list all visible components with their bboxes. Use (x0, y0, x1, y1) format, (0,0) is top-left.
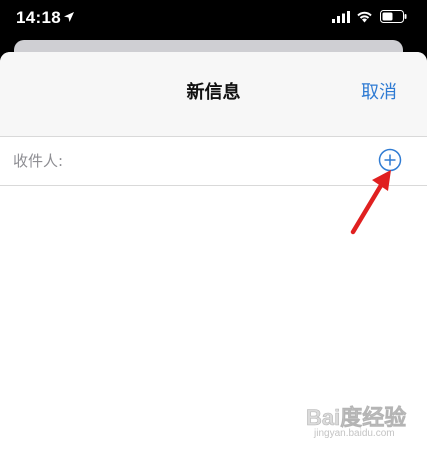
recipient-row: 收件人: (0, 137, 427, 186)
navigation-bar: 新信息 取消 (0, 52, 427, 137)
watermark: Bai度经验 jingyan.baidu.com (306, 400, 414, 446)
new-message-sheet: 新信息 取消 收件人: (0, 52, 427, 450)
status-time: 14:18 (16, 8, 61, 27)
annotation-arrow-icon (350, 170, 391, 235)
watermark-url: jingyan.baidu.com (314, 428, 395, 439)
wifi-icon (357, 11, 372, 23)
recipient-input[interactable] (70, 147, 364, 175)
status-bar: 14:18 (0, 0, 427, 40)
add-contact-icon[interactable] (378, 148, 402, 172)
battery-icon (380, 10, 407, 23)
cellular-signal-icon (332, 11, 350, 23)
location-arrow-icon (64, 12, 74, 22)
cancel-button[interactable]: 取消 (361, 78, 397, 104)
recipient-label: 收件人: (13, 152, 64, 170)
